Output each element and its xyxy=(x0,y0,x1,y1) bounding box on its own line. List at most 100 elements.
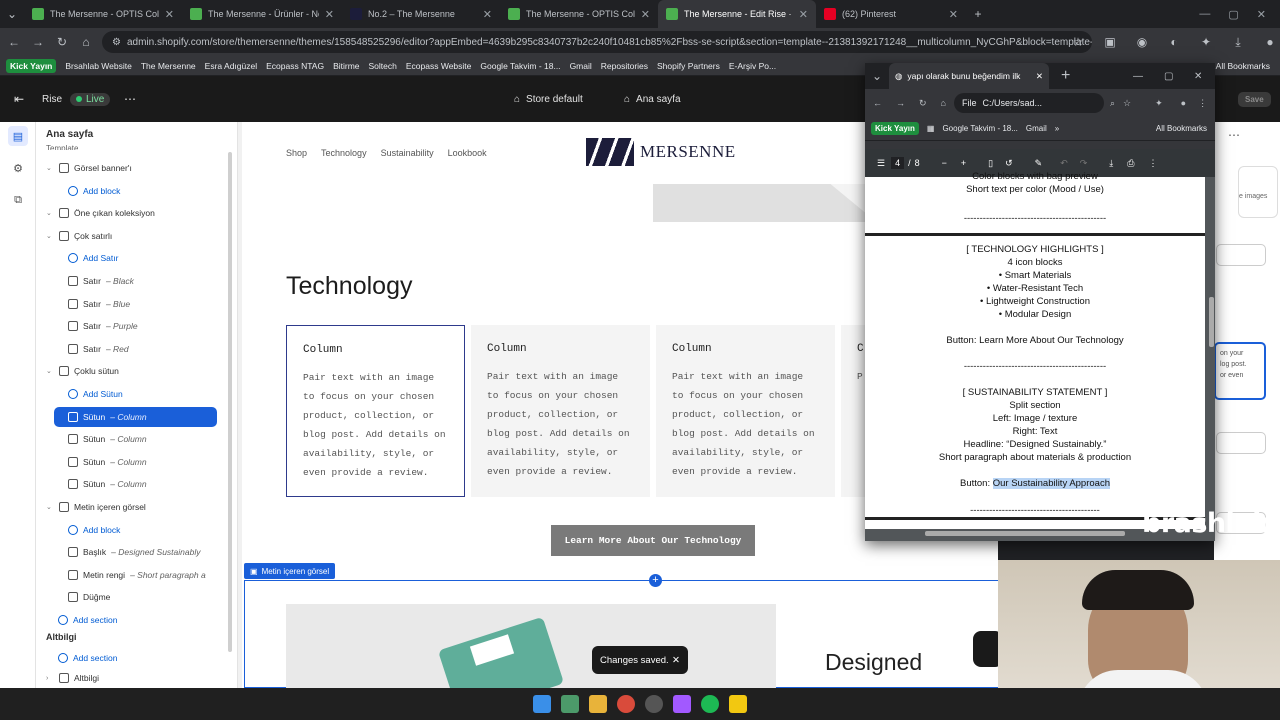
sidebar-item[interactable]: ⌄ Öne çıkan koleksiyon xyxy=(46,203,236,223)
tab-close-icon[interactable]: ✕ xyxy=(325,8,334,21)
chevron-down-icon[interactable]: ⌄ xyxy=(46,367,54,375)
image-picker[interactable]: e images xyxy=(1238,166,1278,218)
sidebar-item[interactable]: Sütun – Column xyxy=(68,429,237,449)
sidebar-item[interactable]: Satır – Red xyxy=(68,339,237,359)
theme-settings-icon[interactable]: ⚙ xyxy=(8,158,28,178)
popup-reload-icon[interactable]: ↻ xyxy=(919,98,927,109)
sidebar-item[interactable]: Add block xyxy=(68,520,237,540)
popup-zoom-icon[interactable]: ⌕ xyxy=(1110,98,1115,109)
popup-forward-icon[interactable]: → xyxy=(896,98,905,108)
rotate-icon[interactable]: ↺ xyxy=(1005,158,1013,169)
nav-lookbook[interactable]: Lookbook xyxy=(448,148,487,158)
print-icon[interactable]: ⎙ xyxy=(1127,158,1134,169)
browser-tab[interactable]: The Mersenne - Edit Rise · Shop✕ xyxy=(658,0,816,28)
popup-profile-icon[interactable]: ● xyxy=(1181,98,1186,108)
bookmark-item[interactable]: The Mersenne xyxy=(141,61,196,71)
sidebar-item[interactable]: Düğme xyxy=(68,587,237,607)
text-field[interactable] xyxy=(1216,244,1266,266)
tab-close-icon[interactable]: ✕ xyxy=(641,8,650,21)
bookmark-item[interactable]: Brsahlab Website xyxy=(65,61,131,71)
popup-bm-gmail[interactable]: Gmail xyxy=(1026,124,1047,133)
nav-technology[interactable]: Technology xyxy=(321,148,367,158)
sidebar-item[interactable]: Sütun – Column xyxy=(68,474,237,494)
start-icon[interactable] xyxy=(533,695,551,713)
sidebar-item[interactable]: Başlık – Designed Sustainably xyxy=(68,542,237,562)
chrome-icon[interactable] xyxy=(617,695,635,713)
app-icon-2[interactable] xyxy=(645,695,663,713)
sidebar-item[interactable]: ⌄ Görsel banner'ı xyxy=(46,158,236,178)
app-embeds-icon[interactable]: ⧉ xyxy=(8,190,28,210)
extension-icon[interactable]: ▣ xyxy=(1098,30,1122,54)
richtext-field[interactable]: on your log post. or even xyxy=(1214,342,1266,400)
add-section-plus-icon[interactable]: + xyxy=(649,574,662,587)
tab-search-icon[interactable]: ⌄ xyxy=(0,2,24,26)
draw-icon[interactable]: ✎ xyxy=(1035,158,1043,169)
chevron-down-icon[interactable]: ⌄ xyxy=(46,164,54,172)
home-icon[interactable]: ⌂ xyxy=(74,30,98,54)
exit-icon[interactable]: ⇤ xyxy=(14,92,24,106)
bookmark-item[interactable]: Ecopass NTAG xyxy=(266,61,324,71)
pdf-scrollbar[interactable] xyxy=(1209,297,1214,347)
download-icon[interactable]: ⤓ xyxy=(1226,30,1250,54)
chevron-down-icon[interactable]: ⌄ xyxy=(46,503,54,511)
panel-more-icon[interactable]: ⋯ xyxy=(1228,128,1240,142)
column-card-3[interactable]: Column Pair text with an image to focus … xyxy=(656,325,835,497)
sidebar-item[interactable]: ⌄ Çok satırlı xyxy=(46,226,236,246)
sidebar-item[interactable]: Metin rengi – Short paragraph a xyxy=(68,565,237,585)
bookmark-item[interactable]: E-Arşiv Po... xyxy=(729,61,776,71)
column-card-2[interactable]: Column Pair text with an image to focus … xyxy=(471,325,650,497)
sidebar-item[interactable]: Add block xyxy=(68,181,237,201)
popup-new-tab-icon[interactable]: + xyxy=(1061,67,1070,85)
forward-icon[interactable]: → xyxy=(26,30,50,54)
popup-tab-close-icon[interactable]: ✕ xyxy=(1036,71,1043,82)
pdf-menu-icon[interactable]: ☰ xyxy=(877,158,885,169)
bookmark-item[interactable]: Bitirme xyxy=(333,61,359,71)
sidebar-item[interactable]: Sütun – Column xyxy=(68,452,237,472)
vpn-extension-icon[interactable]: ◐ xyxy=(1162,30,1186,54)
popup-apps-icon[interactable]: ▦ xyxy=(927,124,935,133)
bookmark-item[interactable]: Soltech xyxy=(369,61,397,71)
popup-close-icon[interactable]: ✕ xyxy=(1194,71,1202,82)
bookmark-item[interactable]: Esra Adıgüzel xyxy=(205,61,257,71)
tab-close-icon[interactable]: ✕ xyxy=(165,8,174,21)
popup-back-icon[interactable]: ← xyxy=(873,98,882,108)
store-logo[interactable]: MERSENNE xyxy=(586,138,736,166)
pdf-h-scrollbar[interactable] xyxy=(925,531,1125,536)
pdf-page-input[interactable]: 4 xyxy=(891,157,905,169)
minimize-icon[interactable]: — xyxy=(1199,8,1210,21)
tab-close-icon[interactable]: ✕ xyxy=(799,8,808,21)
extensions-puzzle-icon[interactable]: ✦ xyxy=(1194,30,1218,54)
browser-tab[interactable]: The Mersenne - OPTIS Color Sw✕ xyxy=(24,0,182,28)
sidebar-item[interactable]: ⌄ Çoklu sütun xyxy=(46,361,236,381)
link-field[interactable] xyxy=(1216,432,1266,454)
footer-add-section[interactable]: Add section xyxy=(58,648,237,668)
spotify-icon[interactable] xyxy=(701,695,719,713)
nav-sustainability[interactable]: Sustainability xyxy=(381,148,434,158)
bookmark-item[interactable]: Kick Yayın xyxy=(6,58,57,73)
sidebar-scrollbar[interactable] xyxy=(228,152,232,652)
new-tab-icon[interactable]: + xyxy=(966,2,990,26)
bookmark-item[interactable]: Gmail xyxy=(570,61,592,71)
popup-bm-gcal[interactable]: Google Takvim - 18... xyxy=(942,124,1017,133)
sidebar-item[interactable]: Satır – Blue xyxy=(68,294,237,314)
sections-icon[interactable]: ▤ xyxy=(8,126,28,146)
popup-minimize-icon[interactable]: — xyxy=(1133,71,1143,82)
bookmark-item[interactable]: Shopify Partners xyxy=(657,61,720,71)
toast-close-icon[interactable]: ✕ xyxy=(672,655,680,666)
bookmark-star-icon[interactable]: ☆ xyxy=(1066,30,1090,54)
figma-icon[interactable] xyxy=(673,695,691,713)
maximize-icon[interactable]: ▢ xyxy=(1228,8,1238,21)
address-bar[interactable]: ⚙ admin.shopify.com/store/themersenne/th… xyxy=(102,31,1092,53)
column-card-1[interactable]: Column Pair text with an image to focus … xyxy=(286,325,465,497)
redo-icon[interactable]: ↷ xyxy=(1080,158,1088,169)
bookmark-item[interactable]: Ecopass Website xyxy=(406,61,472,71)
sidebar-item[interactable]: Satır – Black xyxy=(68,271,237,291)
close-window-icon[interactable]: ✕ xyxy=(1257,8,1266,21)
sidebar-item[interactable]: Satır – Purple xyxy=(68,316,237,336)
popup-home-icon[interactable]: ⌂ xyxy=(941,98,946,108)
profile-avatar-icon[interactable]: ● xyxy=(1258,30,1280,54)
technology-cta-button[interactable]: Learn More About Our Technology xyxy=(551,525,755,556)
footer-item[interactable]: › Altbilgi xyxy=(46,668,236,688)
site-info-icon[interactable]: ⚙ xyxy=(112,37,121,48)
nav-shop[interactable]: Shop xyxy=(286,148,307,158)
